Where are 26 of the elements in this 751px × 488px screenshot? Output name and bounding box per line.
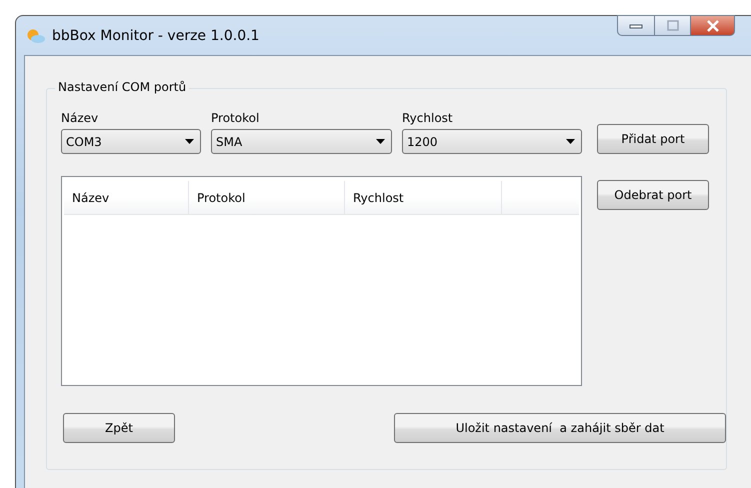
minimize-icon (629, 22, 643, 28)
field-label: Název (61, 111, 100, 125)
dropdown[interactable]: COM3 (61, 129, 201, 154)
field-label: Protokol (211, 111, 260, 125)
maximize-icon (666, 20, 680, 32)
remove-port-button[interactable]: Odebrat port (597, 180, 709, 210)
maximize-button[interactable] (655, 15, 691, 36)
caret-icon (376, 139, 385, 144)
close-button[interactable] (691, 15, 735, 36)
port-list[interactable]: Název Protokol Rychlost (61, 176, 582, 386)
field-label: Rychlost (402, 111, 454, 125)
group-title: Nastavení COM portů (55, 80, 190, 94)
back-button[interactable]: Zpět (63, 413, 175, 443)
caret-icon (185, 139, 194, 144)
dropdown[interactable]: SMA (211, 129, 392, 154)
column-header[interactable]: Název (64, 181, 189, 214)
close-icon (706, 20, 720, 32)
add-port-button[interactable]: Přidat port (597, 124, 709, 154)
sun-cloud-icon (26, 28, 46, 44)
save-and-start-button[interactable]: Uložit nastavení a zahájit sběr dat (394, 413, 726, 443)
column-header[interactable]: Rychlost (345, 181, 502, 214)
window-title: bbBox Monitor - verze 1.0.0.1 (52, 28, 260, 44)
dropdown[interactable]: 1200 (402, 129, 582, 154)
caret-icon (566, 139, 575, 144)
column-header[interactable]: Protokol (189, 181, 345, 214)
minimize-button[interactable] (617, 15, 655, 36)
